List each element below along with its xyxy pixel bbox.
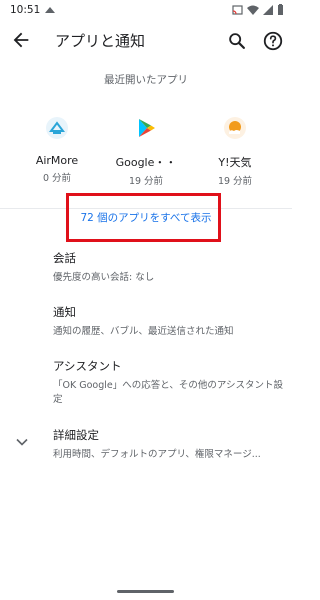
gesture-navigation-bar[interactable] xyxy=(117,590,174,593)
settings-row-advanced[interactable]: 詳細設定 利用時間、デフォルトのアプリ、権限マネージ... xyxy=(53,427,283,462)
google-play-icon xyxy=(139,119,155,137)
page-title: アプリと通知 xyxy=(55,32,146,50)
cloud-icon xyxy=(45,7,55,13)
app-last-used: 0 分前 xyxy=(42,173,72,184)
highlight-box xyxy=(66,193,221,242)
chevron-down-icon[interactable] xyxy=(14,434,30,450)
battery-icon xyxy=(278,4,283,15)
app-bar: アプリと通知 xyxy=(0,22,292,58)
app-last-used: 19 分前 xyxy=(128,176,164,187)
app-name: AirMore xyxy=(35,154,79,167)
settings-row-assistant[interactable]: アシスタント 「OK Google」への応答と、その他のアシスタント設定 xyxy=(53,358,283,407)
recent-apps: AirMore 0 分前 Google・・ 19 分前 Y!天気 19 分前 xyxy=(0,116,292,187)
row-title: アシスタント xyxy=(53,359,122,373)
row-subtitle: 利用時間、デフォルトのアプリ、権限マネージ... xyxy=(53,449,261,460)
status-time: 10:51 xyxy=(10,4,41,16)
recent-app-yahoo-weather[interactable]: Y!天気 19 分前 xyxy=(195,116,275,187)
settings-row-conversations[interactable]: 会話 優先度の高い会話: なし xyxy=(53,250,283,285)
search-icon[interactable] xyxy=(226,30,248,52)
recent-app-airmore[interactable]: AirMore 0 分前 xyxy=(17,116,97,184)
row-subtitle: 通知の履歴、バブル、最近送信された通知 xyxy=(53,326,234,337)
row-title: 詳細設定 xyxy=(53,428,99,442)
row-title: 会話 xyxy=(53,251,76,265)
signal-icon xyxy=(263,4,273,15)
yahoo-weather-icon xyxy=(224,117,246,139)
settings-row-notifications[interactable]: 通知 通知の履歴、バブル、最近送信された通知 xyxy=(53,304,283,339)
back-arrow-icon[interactable] xyxy=(10,29,32,51)
app-last-used: 19 分前 xyxy=(217,176,253,187)
airmore-icon xyxy=(46,117,68,139)
row-title: 通知 xyxy=(53,305,76,319)
row-subtitle: 優先度の高い会話: なし xyxy=(53,272,155,283)
wifi-icon xyxy=(247,5,259,15)
recent-apps-header: 最近開いたアプリ xyxy=(104,74,188,86)
cast-icon xyxy=(232,4,243,15)
status-bar: 10:51 xyxy=(0,0,292,22)
recent-app-google-play[interactable]: Google・・ 19 分前 xyxy=(106,116,186,187)
app-name: Google・・ xyxy=(115,156,177,169)
row-subtitle: 「OK Google」への応答と、その他のアシスタント設定 xyxy=(53,380,283,405)
app-name: Y!天気 xyxy=(218,156,252,169)
help-icon[interactable] xyxy=(262,30,284,52)
